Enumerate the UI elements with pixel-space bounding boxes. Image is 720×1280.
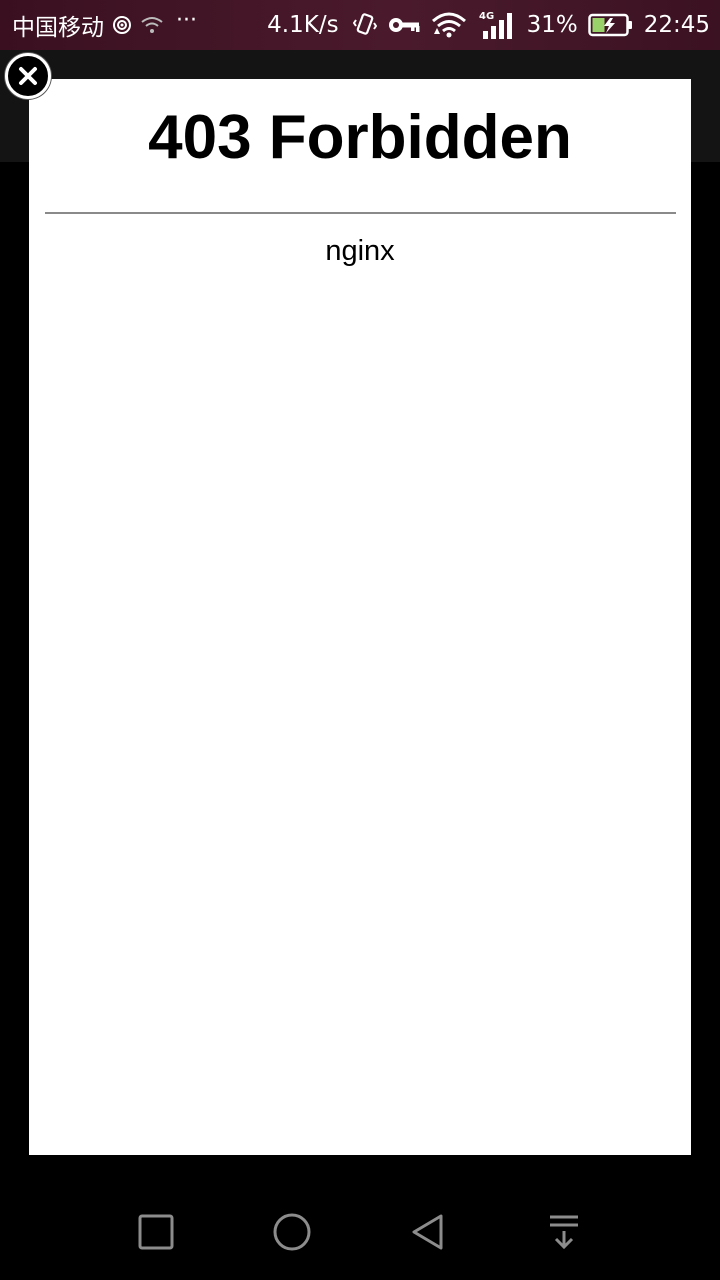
- error-heading: 403 Forbidden: [148, 103, 572, 172]
- signal-icon: 4G: [477, 9, 517, 41]
- network-speed: 4.1K/s: [267, 12, 339, 38]
- recent-apps-button[interactable]: [131, 1212, 181, 1252]
- back-button[interactable]: [403, 1212, 453, 1252]
- vibrate-icon: [352, 12, 377, 38]
- status-bar-right: 4.1K/s 4G 31% 22:45: [267, 9, 710, 41]
- home-button[interactable]: [267, 1212, 317, 1252]
- home-icon: [273, 1213, 311, 1251]
- divider: [45, 212, 676, 214]
- close-icon: [19, 67, 37, 85]
- battery-percent: 31%: [526, 12, 578, 38]
- carrier-name: 中国移动: [12, 15, 104, 41]
- battery-charging-icon: [587, 13, 634, 37]
- wifi-weak-icon: [140, 15, 164, 35]
- wifi-icon: [431, 12, 467, 38]
- status-bar: 中国移动 ··· 4.1K/s 4G 31% 22:45: [0, 0, 720, 50]
- more-notifications-icon: ···: [176, 8, 197, 33]
- notification-pull-icon: [550, 1215, 578, 1250]
- notification-pull-button[interactable]: [539, 1212, 589, 1252]
- recent-apps-icon: [138, 1214, 174, 1250]
- navigation-bar: [0, 1182, 720, 1280]
- screen: 中国移动 ··· 4.1K/s 4G 31% 22:45 403 Forbidd…: [0, 0, 720, 1280]
- close-button[interactable]: [5, 53, 51, 99]
- webview-dialog: 403 Forbidden nginx: [29, 79, 691, 1155]
- clock: 22:45: [643, 12, 710, 38]
- server-name: nginx: [325, 235, 395, 267]
- status-bar-left: 中国移动 ···: [12, 8, 197, 42]
- key-icon: [387, 15, 421, 35]
- hotspot-icon: [112, 15, 132, 35]
- network-type-label: 4G: [479, 11, 494, 22]
- back-icon: [412, 1214, 443, 1250]
